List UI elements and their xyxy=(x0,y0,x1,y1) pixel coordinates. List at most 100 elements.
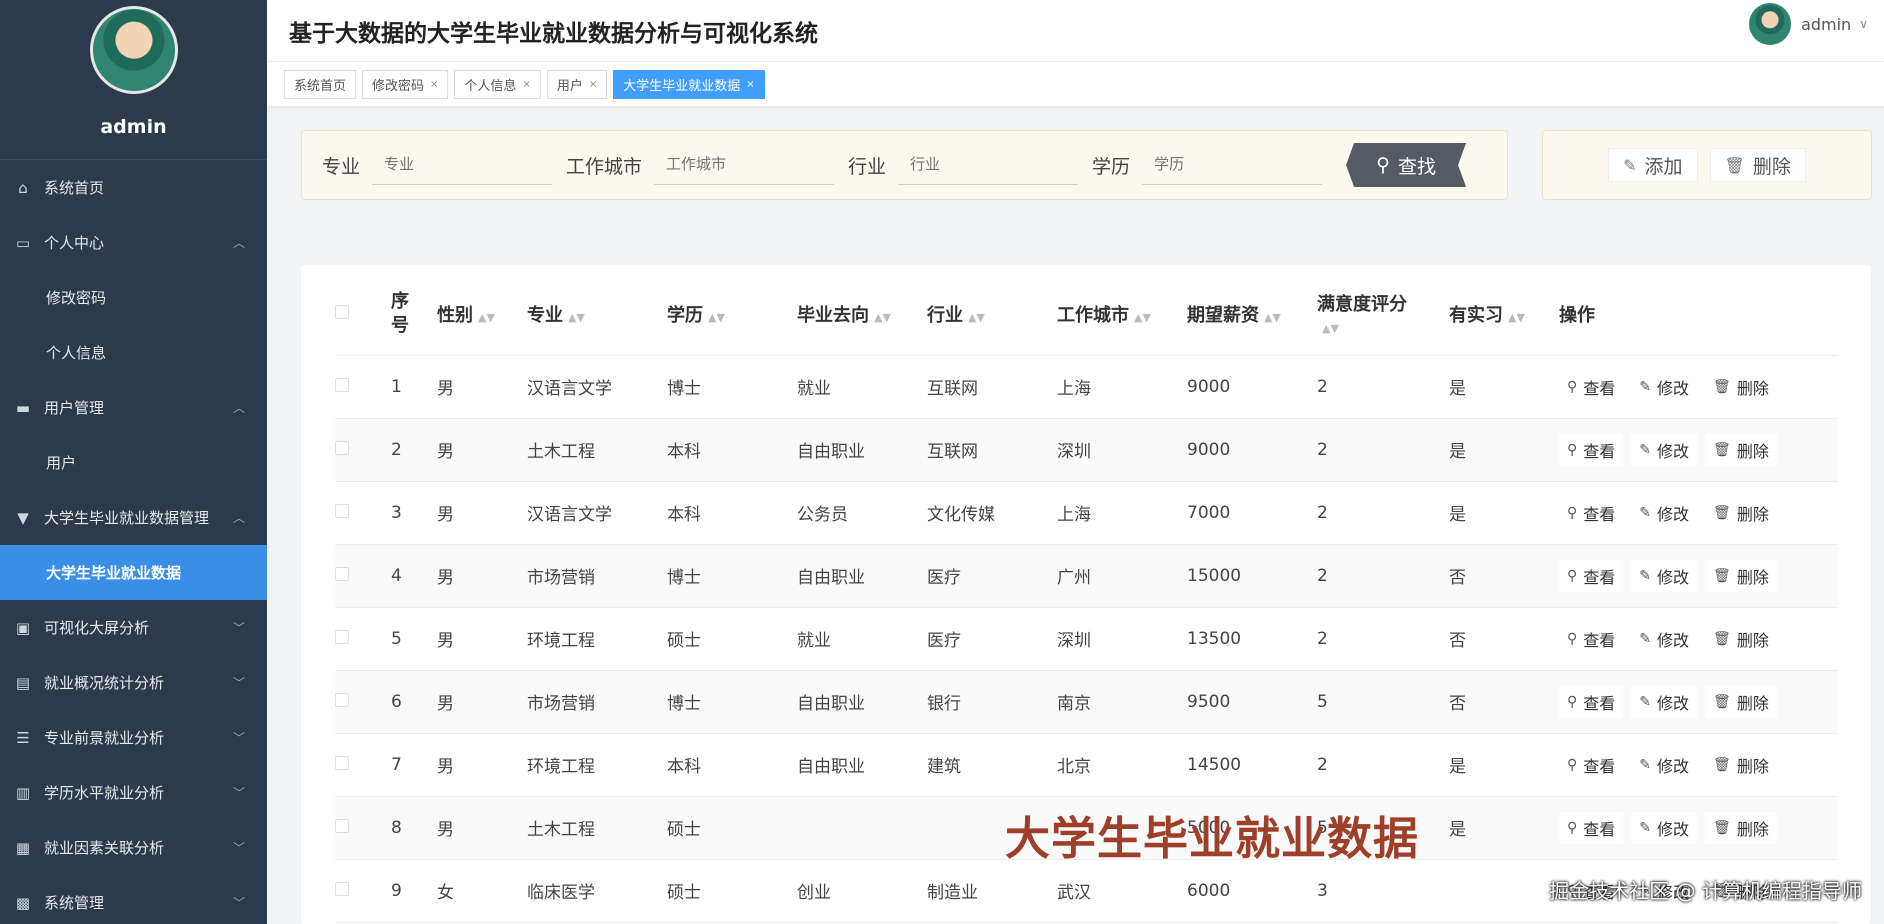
col-industry[interactable]: 行业 ▲▼ xyxy=(927,273,1057,356)
grid-icon: ▦ xyxy=(15,838,31,857)
row-checkbox[interactable] xyxy=(335,818,349,833)
delete-button[interactable]: 🗑 删除 xyxy=(1709,148,1806,182)
sidebar-item[interactable]: ☰ 专业前景就业分析 ﹀ xyxy=(0,710,267,765)
city-search-input[interactable] xyxy=(654,145,835,185)
tab[interactable]: 大学生毕业就业数据 × xyxy=(613,69,765,99)
industry-search-input[interactable] xyxy=(898,145,1079,185)
view-button[interactable]: ⚲ 查看 xyxy=(1559,433,1624,466)
sort-icon[interactable]: ▲▼ xyxy=(1264,311,1281,324)
degree-search-input[interactable] xyxy=(1142,145,1323,185)
edit-button[interactable]: ✎ 修改 xyxy=(1631,811,1698,844)
table-row[interactable]: 7 男环境工程 本科 自由职业 建筑 北京 14500 2 是 ⚲ 查看 ✎ 修改 🗑 删除 xyxy=(335,733,1838,797)
edit-button[interactable]: ✎ 修改 xyxy=(1631,496,1698,529)
avatar[interactable] xyxy=(89,6,178,94)
close-icon[interactable]: × xyxy=(746,79,754,90)
sort-icon[interactable]: ▲▼ xyxy=(1508,311,1525,324)
sidebar-item[interactable]: ▤ 就业概况统计分析 ﹀ xyxy=(0,655,267,710)
edit-button[interactable]: ✎ 修改 xyxy=(1631,433,1698,466)
table-cell: 男 xyxy=(437,670,527,734)
delete-row-button[interactable]: 🗑 删除 xyxy=(1705,370,1777,403)
view-button[interactable]: ⚲ 查看 xyxy=(1559,370,1624,403)
table-row[interactable]: 4 男市场营销 博士 自由职业 医疗 广州 15000 2 否 ⚲ 查看 ✎ 修改 🗑 删除 xyxy=(335,544,1838,608)
tab[interactable]: 修改密码 × xyxy=(362,69,449,99)
sort-icon[interactable]: ▲▼ xyxy=(874,311,891,324)
sidebar-item[interactable]: 用户 xyxy=(0,435,267,490)
table-cell: 就业 xyxy=(797,355,927,419)
row-checkbox[interactable] xyxy=(335,377,349,392)
delete-row-button[interactable]: 🗑 删除 xyxy=(1705,811,1777,844)
sidebar-item[interactable]: 修改密码 xyxy=(0,270,267,325)
sidebar-item[interactable]: 大学生毕业就业数据 xyxy=(0,545,267,600)
sidebar-item[interactable]: ▭ 个人中心 ︿ xyxy=(0,215,267,270)
sort-icon[interactable]: ▲▼ xyxy=(1134,311,1151,324)
edit-button[interactable]: ✎ 修改 xyxy=(1631,622,1698,655)
col-major[interactable]: 专业 ▲▼ xyxy=(527,273,667,356)
tab[interactable]: 用户 × xyxy=(546,69,608,99)
edit-button[interactable]: ✎ 修改 xyxy=(1631,370,1698,403)
delete-row-button[interactable]: 🗑 删除 xyxy=(1705,496,1777,529)
row-checkbox[interactable] xyxy=(335,755,349,770)
table-row[interactable]: 1 男汉语言文学 博士 就业 互联网 上海 9000 2 是 ⚲ 查看 ✎ 修改 🗑 删除 xyxy=(335,355,1838,419)
chevron-down-icon[interactable]: ∨ xyxy=(1859,17,1868,31)
view-button[interactable]: ⚲ 查看 xyxy=(1559,685,1624,718)
table-row[interactable]: 3 男汉语言文学 本科 公务员 文化传媒 上海 7000 2 是 ⚲ 查看 ✎ 修改 🗑 删除 xyxy=(335,481,1838,545)
col-salary[interactable]: 期望薪资 ▲▼ xyxy=(1187,273,1317,356)
sort-icon[interactable]: ▲▼ xyxy=(1322,322,1339,335)
add-button[interactable]: ✎ 添加 xyxy=(1608,148,1698,182)
avatar[interactable] xyxy=(1749,3,1792,45)
sidebar-item[interactable]: ▦ 就业因素关联分析 ﹀ xyxy=(0,820,267,875)
col-degree[interactable]: 学历 ▲▼ xyxy=(667,273,797,356)
row-checkbox[interactable] xyxy=(335,629,349,644)
search-button[interactable]: ⚲ 查找 xyxy=(1346,143,1466,187)
close-icon[interactable]: × xyxy=(522,79,530,90)
row-checkbox[interactable] xyxy=(335,503,349,518)
table-row[interactable]: 6 男市场营销 博士 自由职业 银行 南京 9500 5 否 ⚲ 查看 ✎ 修改 🗑 删除 xyxy=(335,670,1838,734)
sidebar-item[interactable]: 个人信息 xyxy=(0,325,267,380)
edit-button[interactable]: ✎ 修改 xyxy=(1631,685,1698,718)
view-button[interactable]: ⚲ 查看 xyxy=(1559,748,1624,781)
row-checkbox[interactable] xyxy=(335,692,349,707)
user-menu[interactable]: admin ∨ xyxy=(1749,3,1868,45)
col-satisfaction[interactable]: 满意度评分 ▲▼ xyxy=(1317,273,1449,356)
delete-row-button[interactable]: 🗑 删除 xyxy=(1705,559,1777,592)
view-button[interactable]: ⚲ 查看 xyxy=(1559,559,1624,592)
delete-row-button[interactable]: 🗑 删除 xyxy=(1705,685,1777,718)
edit-button[interactable]: ✎ 修改 xyxy=(1631,559,1698,592)
sort-icon[interactable]: ▲▼ xyxy=(708,311,725,324)
sidebar-item[interactable]: ▼ 大学生毕业就业数据管理 ︿ xyxy=(0,490,267,545)
sidebar-item[interactable]: ▥ 学历水平就业分析 ﹀ xyxy=(0,765,267,820)
table-cell: 博士 xyxy=(667,670,797,734)
col-city[interactable]: 工作城市 ▲▼ xyxy=(1057,273,1187,356)
view-button[interactable]: ⚲ 查看 xyxy=(1559,811,1624,844)
sidebar-item[interactable]: ▬ 用户管理 ︿ xyxy=(0,380,267,435)
close-icon[interactable]: × xyxy=(589,79,597,90)
col-gender[interactable]: 性别 ▲▼ xyxy=(437,273,527,356)
sidebar-item[interactable]: ▩ 系统管理 ﹀ xyxy=(0,875,267,924)
delete-row-button[interactable]: 🗑 删除 xyxy=(1705,622,1777,655)
sidebar-item[interactable]: ⌂ 系统首页 xyxy=(0,160,267,215)
table-row[interactable]: 5 男环境工程 硕士 就业 医疗 深圳 13500 2 否 ⚲ 查看 ✎ 修改 🗑 删除 xyxy=(335,607,1838,671)
row-checkbox[interactable] xyxy=(335,440,349,455)
data-icon: ▼ xyxy=(17,508,29,527)
tab[interactable]: 系统首页 xyxy=(284,69,357,99)
delete-row-button[interactable]: 🗑 删除 xyxy=(1705,748,1777,781)
table-cell: 否 xyxy=(1449,670,1559,734)
close-icon[interactable]: × xyxy=(430,79,438,90)
sort-icon[interactable]: ▲▼ xyxy=(568,311,585,324)
tab[interactable]: 个人信息 × xyxy=(454,69,541,99)
select-all-checkbox[interactable] xyxy=(335,305,349,320)
table-row[interactable]: 2 男土木工程 本科 自由职业 互联网 深圳 9000 2 是 ⚲ 查看 ✎ 修改 🗑 删除 xyxy=(335,418,1838,482)
col-internship[interactable]: 有实习 ▲▼ xyxy=(1449,273,1559,356)
table-cell: 7000 xyxy=(1187,481,1317,545)
major-search-input[interactable] xyxy=(372,145,553,185)
view-button[interactable]: ⚲ 查看 xyxy=(1559,622,1624,655)
view-button[interactable]: ⚲ 查看 xyxy=(1559,496,1624,529)
row-checkbox[interactable] xyxy=(335,566,349,581)
delete-row-button[interactable]: 🗑 删除 xyxy=(1705,433,1777,466)
sort-icon[interactable]: ▲▼ xyxy=(968,311,985,324)
col-destination[interactable]: 毕业去向 ▲▼ xyxy=(797,273,927,356)
sort-icon[interactable]: ▲▼ xyxy=(478,311,495,324)
sidebar-item[interactable]: ▣ 可视化大屏分析 ﹀ xyxy=(0,600,267,655)
row-checkbox[interactable] xyxy=(335,881,349,896)
edit-button[interactable]: ✎ 修改 xyxy=(1631,748,1698,781)
